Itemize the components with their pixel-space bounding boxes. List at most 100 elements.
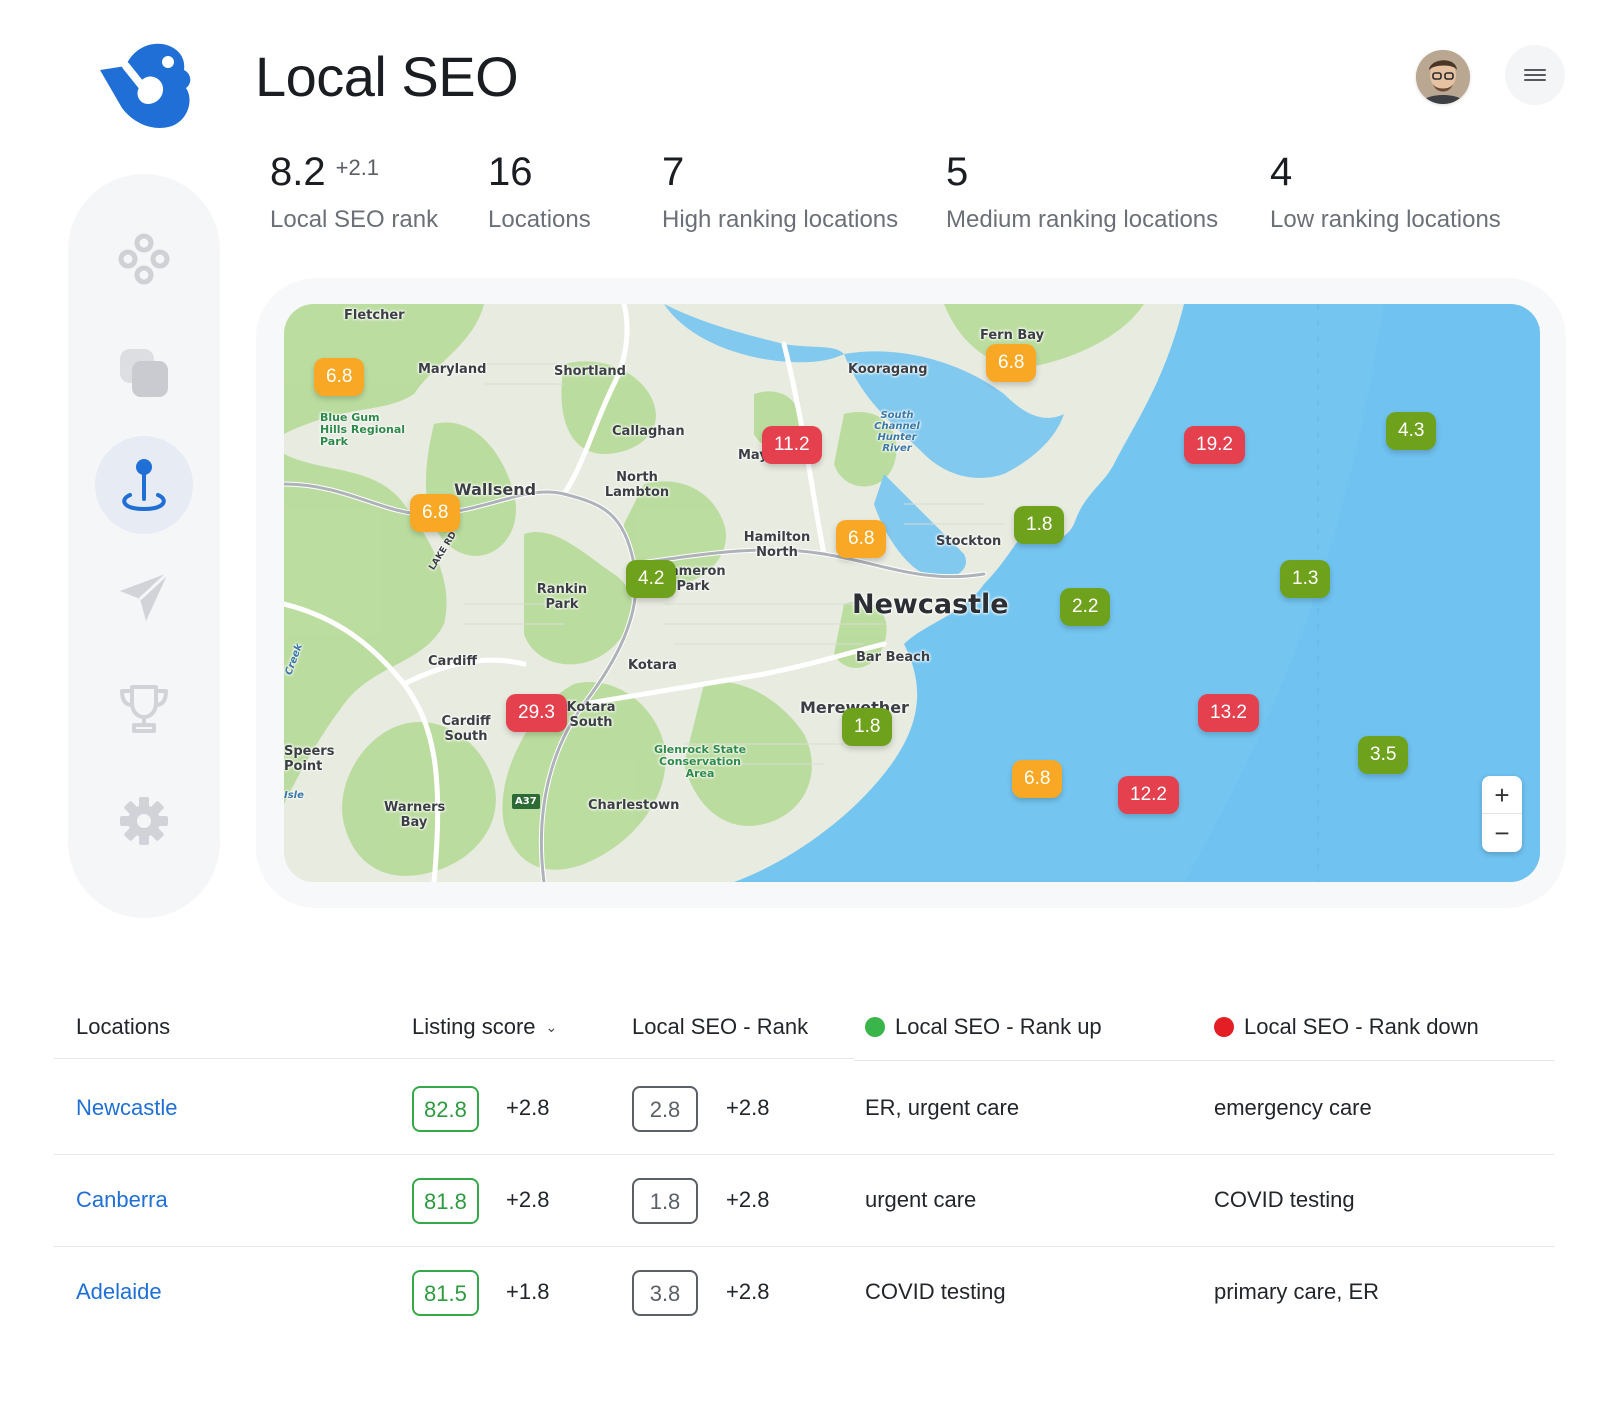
status-dot-red: [1214, 1017, 1234, 1037]
column-header-label: Local SEO - Rank down: [1244, 1014, 1479, 1039]
listing-score-delta: +2.8: [506, 1187, 550, 1212]
place-label: Stockton: [936, 534, 1002, 549]
map-pin[interactable]: 6.8: [410, 494, 461, 532]
stat-value: 5: [946, 150, 969, 194]
hamburger-menu-button[interactable]: [1505, 45, 1565, 105]
place-label: Isle: [284, 790, 304, 801]
location-link[interactable]: Canberra: [76, 1154, 168, 1246]
rank-badge: 1.8: [632, 1178, 698, 1225]
map-pin[interactable]: 1.8: [1014, 506, 1065, 544]
stat-delta: +2.1: [335, 155, 380, 180]
map-pin[interactable]: 6.8: [986, 344, 1037, 382]
user-avatar[interactable]: [1416, 50, 1470, 104]
zoom-control: + −: [1482, 776, 1522, 852]
stat-label: Low ranking locations: [1270, 206, 1501, 233]
place-label: Kotara: [628, 658, 677, 673]
gear-icon: [120, 797, 168, 845]
hamburger-menu-icon: [1524, 69, 1546, 81]
place-label: North Lambton: [604, 470, 670, 500]
rank-down-keywords: emergency care: [1214, 1095, 1372, 1120]
sidebar-item-send[interactable]: [95, 548, 193, 646]
stat-locations: 16 Locations: [488, 150, 591, 234]
column-header-listing-score[interactable]: Listing score ⌄: [412, 1000, 557, 1054]
layers-icon: [120, 349, 168, 397]
stat-label: Local SEO rank: [270, 206, 439, 233]
sidebar-item-settings[interactable]: [95, 772, 193, 870]
stat-value: 7: [662, 150, 685, 194]
sidebar-item-layers[interactable]: [95, 324, 193, 422]
place-label: Newcastle: [852, 589, 1009, 620]
status-dot-green: [865, 1017, 885, 1037]
stat-value: 16: [488, 150, 533, 194]
map-pin[interactable]: 19.2: [1184, 426, 1245, 464]
brand-logo-icon[interactable]: [96, 40, 192, 132]
listing-score-badge: 81.8: [412, 1178, 479, 1225]
place-label: Blue Gum Hills Regional Park: [320, 411, 406, 448]
place-label: Fletcher: [344, 308, 405, 323]
map-pin[interactable]: 4.3: [1386, 412, 1437, 450]
table-row[interactable]: Adelaide 81.5 +1.8 3.8 +2.8 COVID testin…: [54, 1246, 1554, 1338]
place-label: Maryland: [418, 362, 487, 377]
table-row[interactable]: Canberra 81.8 +2.8 1.8 +2.8 urgent care …: [54, 1154, 1554, 1246]
rank-delta: +2.8: [726, 1279, 770, 1304]
place-label: Kotara South: [566, 700, 616, 730]
road-sign: A37: [512, 794, 540, 809]
rank-badge: 2.8: [632, 1086, 698, 1133]
map-pin[interactable]: 1.8: [842, 708, 893, 746]
zoom-in-button[interactable]: +: [1482, 776, 1522, 814]
chevron-down-icon: ⌄: [545, 1019, 558, 1035]
stat-high-ranking: 7 High ranking locations: [662, 150, 898, 234]
location-pin-icon: [122, 459, 166, 512]
place-label: Hamilton North: [743, 530, 811, 560]
rank-up-keywords: COVID testing: [865, 1279, 1006, 1304]
rank-delta: +2.8: [726, 1187, 770, 1212]
map-pin[interactable]: 4.2: [626, 560, 677, 598]
column-header-label: Listing score: [412, 1014, 536, 1039]
column-header-rank-up[interactable]: Local SEO - Rank up: [865, 1000, 1102, 1054]
place-label: Rankin Park: [536, 582, 588, 612]
sidebar-item-achievements[interactable]: [95, 660, 193, 758]
map-pin[interactable]: 3.5: [1358, 736, 1409, 774]
column-header-rank[interactable]: Local SEO - Rank: [632, 1000, 808, 1054]
map-pin[interactable]: 6.8: [836, 520, 887, 558]
map-pin[interactable]: 11.2: [762, 426, 822, 464]
stat-label: High ranking locations: [662, 206, 899, 233]
map-pin[interactable]: 2.2: [1060, 588, 1111, 626]
map[interactable]: Fletcher Maryland Shortland Fern Bay Koo…: [284, 304, 1540, 882]
column-header-rank-down[interactable]: Local SEO - Rank down: [1214, 1000, 1479, 1054]
place-label: Speers Point: [284, 744, 335, 774]
map-pin[interactable]: 29.3: [506, 694, 567, 732]
sidebar-item-dashboard[interactable]: [95, 210, 193, 308]
map-pin[interactable]: 13.2: [1198, 694, 1259, 732]
place-label: Glenrock State Conservation Area: [653, 743, 747, 780]
place-label: Callaghan: [612, 424, 685, 439]
location-link[interactable]: Adelaide: [76, 1246, 162, 1338]
rank-up-keywords: urgent care: [865, 1187, 977, 1212]
place-label: Wallsend: [454, 480, 537, 499]
stat-label: Locations: [488, 206, 591, 233]
place-label: Warners Bay: [384, 800, 446, 830]
column-header-locations[interactable]: Locations: [76, 1000, 170, 1054]
stat-value: 4: [1270, 150, 1293, 194]
stat-local-seo-rank: 8.2 +2.1 Local SEO rank: [270, 150, 438, 234]
location-link[interactable]: Newcastle: [76, 1062, 177, 1154]
place-label: South Channel Hunter River: [874, 410, 920, 454]
zoom-out-button[interactable]: −: [1482, 814, 1522, 852]
place-label: Cardiff South: [441, 714, 491, 744]
stat-low-ranking: 4 Low ranking locations: [1270, 150, 1501, 234]
column-header-label: Local SEO - Rank: [632, 1014, 809, 1039]
map-pin[interactable]: 6.8: [1012, 760, 1063, 798]
stat-label: Medium ranking locations: [946, 206, 1219, 233]
divider: [54, 1058, 854, 1059]
table-row[interactable]: Newcastle 82.8 +2.8 2.8 +2.8 ER, urgent …: [54, 1062, 1554, 1154]
rank-down-keywords: primary care, ER: [1214, 1279, 1380, 1304]
listing-score-delta: +2.8: [506, 1095, 550, 1120]
listing-score-badge: 81.5: [412, 1270, 479, 1317]
map-pin[interactable]: 1.3: [1280, 560, 1331, 598]
rank-down-keywords: COVID testing: [1214, 1187, 1355, 1212]
sidebar-item-local-seo[interactable]: [95, 436, 193, 534]
map-pin[interactable]: 12.2: [1118, 776, 1179, 814]
send-icon: [120, 571, 170, 621]
rank-up-keywords: ER, urgent care: [865, 1095, 1020, 1120]
map-pin[interactable]: 6.8: [314, 358, 365, 396]
